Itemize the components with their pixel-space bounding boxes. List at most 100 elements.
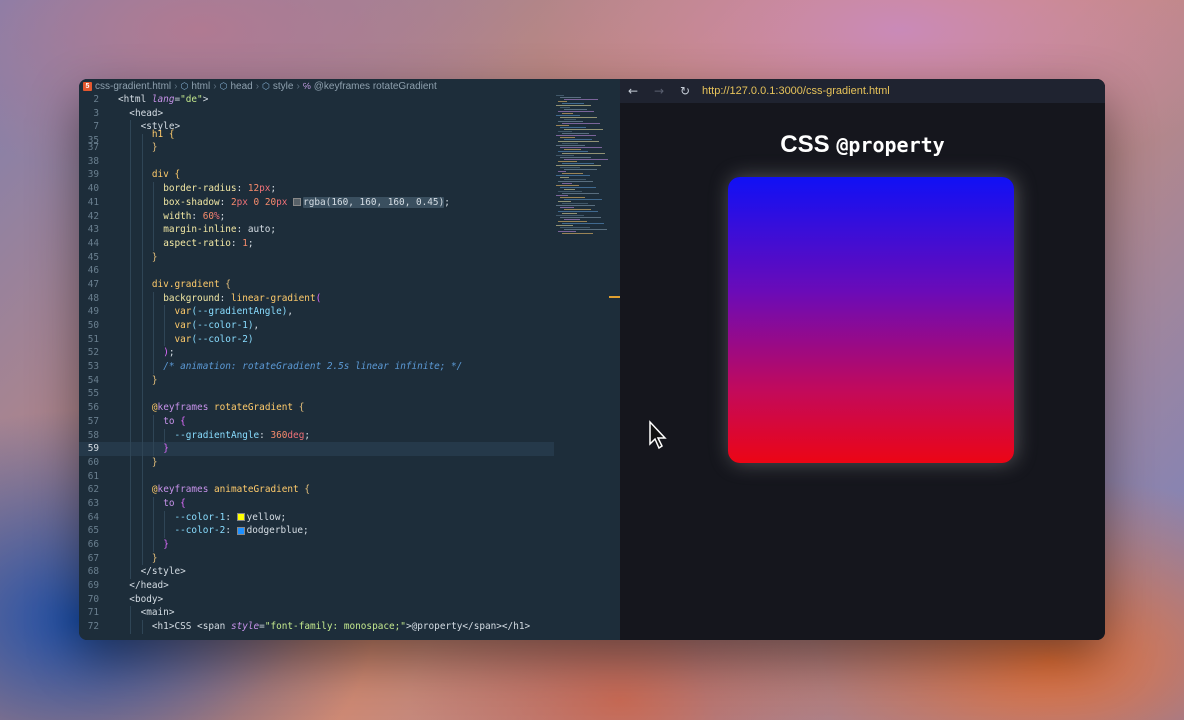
- url-text[interactable]: http://127.0.0.1:3000/css-gradient.html: [702, 85, 890, 97]
- code-line[interactable]: 68 </style>: [79, 565, 554, 580]
- breadcrumb-item-head[interactable]: head: [230, 81, 252, 92]
- minimap-line: [556, 155, 574, 156]
- line-number: 44: [87, 237, 99, 249]
- code-line[interactable]: 64 --color-1: yellow;: [79, 510, 554, 525]
- indent-guide: [141, 401, 143, 415]
- code-line[interactable]: 59}: [79, 442, 554, 456]
- back-icon[interactable]: ←: [620, 84, 646, 98]
- code-line[interactable]: 39 div {: [79, 168, 554, 183]
- code-line[interactable]: 52);: [79, 346, 554, 361]
- minimap-line: [562, 223, 604, 224]
- code-line[interactable]: 46: [79, 264, 554, 278]
- code-line[interactable]: 53 /* animation: rotateGradient 2.5s line…: [79, 360, 554, 374]
- indent-guide: [130, 373, 132, 388]
- minimap-line: [564, 229, 607, 230]
- line-code: @keyframes animateGradient {: [151, 484, 310, 496]
- line-code: to {: [163, 497, 186, 509]
- code-line[interactable]: 2 <html lang="de">: [79, 93, 554, 107]
- code-line[interactable]: 55: [79, 387, 554, 402]
- breadcrumb-item-html[interactable]: html: [191, 81, 210, 92]
- forward-icon[interactable]: →: [646, 84, 672, 98]
- indent-guide: [152, 346, 154, 361]
- url-bar: ← → ↻ http://127.0.0.1:3000/css-gradient…: [620, 79, 1105, 103]
- code-line[interactable]: 56 @keyframes rotateGradient {: [79, 401, 554, 415]
- indent-guide: [130, 305, 132, 319]
- minimap-line: [560, 147, 602, 148]
- breadcrumb-item-keyframes[interactable]: @keyframes rotateGradient: [314, 81, 437, 92]
- code-line[interactable]: 54}: [79, 373, 554, 388]
- minimap-line: [562, 143, 578, 144]
- line-code: h1 {: [151, 129, 175, 141]
- line-code: <body>: [129, 593, 164, 605]
- code-line[interactable]: 3 <head>: [79, 107, 554, 121]
- code-line[interactable]: 45}: [79, 250, 554, 265]
- indent-guide: [152, 319, 154, 333]
- indent-guide: [130, 319, 132, 333]
- line-number: 56: [87, 402, 99, 414]
- code-line[interactable]: 35 h1 {: [79, 129, 554, 148]
- indent-guide: [164, 524, 166, 538]
- indent-guide: [130, 236, 132, 251]
- line-number: 63: [87, 497, 99, 509]
- line-code: @keyframes rotateGradient {: [151, 402, 305, 414]
- indent-guide: [141, 319, 143, 333]
- code-line[interactable]: 37}: [79, 141, 554, 155]
- breadcrumb-file[interactable]: css-gradient.html: [95, 81, 171, 92]
- code-line[interactable]: 63 to {: [79, 496, 554, 511]
- indent-guide: [141, 620, 143, 634]
- code-line[interactable]: 57 to {: [79, 414, 554, 429]
- code-line[interactable]: 7 <style>: [79, 120, 554, 135]
- code-line[interactable]: 48 background: linear-gradient(: [79, 291, 554, 306]
- code-line[interactable]: 62 @keyframes animateGradient {: [79, 483, 554, 497]
- indent-guide: [130, 401, 132, 415]
- indent-guide: [130, 291, 132, 306]
- code-line[interactable]: 43 margin-inline: auto;: [79, 223, 554, 237]
- minimap-line: [564, 159, 608, 160]
- indent-guide: [130, 606, 132, 621]
- indent-guide: [141, 195, 143, 210]
- code-line[interactable]: 40 border-radius: 12px;: [79, 182, 554, 196]
- line-number: 60: [87, 456, 99, 468]
- code-line[interactable]: 50 var(--color-1),: [79, 319, 554, 333]
- minimap-line: [560, 227, 590, 228]
- breadcrumb-item-style[interactable]: style: [273, 81, 294, 92]
- code-line[interactable]: 51 var(--color-2): [79, 332, 554, 347]
- code-line[interactable]: 49 var(--gradientAngle),: [79, 305, 554, 319]
- cube-icon: ⬡: [262, 80, 270, 91]
- indent-guide: [130, 209, 132, 224]
- reload-icon[interactable]: ↻: [672, 84, 698, 98]
- indent-guide: [141, 414, 143, 429]
- code-line[interactable]: 61: [79, 469, 554, 484]
- code-line[interactable]: 58 --gradientAngle: 360deg;: [79, 428, 554, 443]
- code-line[interactable]: 65 --color-2: dodgerblue;: [79, 524, 554, 538]
- line-number: 59: [87, 443, 99, 455]
- indent-guide: [130, 538, 132, 552]
- minimap-line: [564, 149, 581, 150]
- minimap-line: [556, 175, 590, 176]
- code-line[interactable]: 38: [79, 154, 554, 169]
- code-line[interactable]: 70 <body>: [79, 593, 554, 607]
- line-number: 54: [87, 374, 99, 386]
- code-editor[interactable]: 5 css-gradient.html › ⬡ html › ⬡ head › …: [79, 79, 620, 640]
- code-line[interactable]: 66}: [79, 538, 554, 552]
- indent-guide: [152, 209, 154, 224]
- code-line[interactable]: 67}: [79, 551, 554, 566]
- code-line[interactable]: 71 <main>: [79, 606, 554, 621]
- code-line[interactable]: 42 width: 60%;: [79, 209, 554, 224]
- line-code: div.gradient {: [151, 278, 231, 290]
- minimap[interactable]: [554, 93, 620, 640]
- minimap-line: [560, 177, 569, 178]
- line-number: 68: [87, 566, 99, 578]
- code-line[interactable]: 69 </head>: [79, 579, 554, 593]
- indent-guide: [164, 510, 166, 525]
- code-line[interactable]: 47 div.gradient {: [79, 277, 554, 292]
- code-line[interactable]: 44 aspect-ratio: 1;: [79, 236, 554, 251]
- minimap-marker: [609, 296, 620, 298]
- code-line[interactable]: 60}: [79, 455, 554, 470]
- line-number: 51: [87, 333, 99, 345]
- minimap-line: [564, 189, 575, 190]
- code-line[interactable]: 72 <h1>CSS <span style="font-family: mono…: [79, 620, 554, 634]
- code-line[interactable]: 41 box-shadow: 2px 0 20px rgba(160, 160, …: [79, 195, 554, 210]
- code-lines[interactable]: 2 <html lang="de"> 3 <head> 7 <style> 35 h1 {37…: [79, 93, 554, 640]
- line-number: 39: [87, 169, 99, 181]
